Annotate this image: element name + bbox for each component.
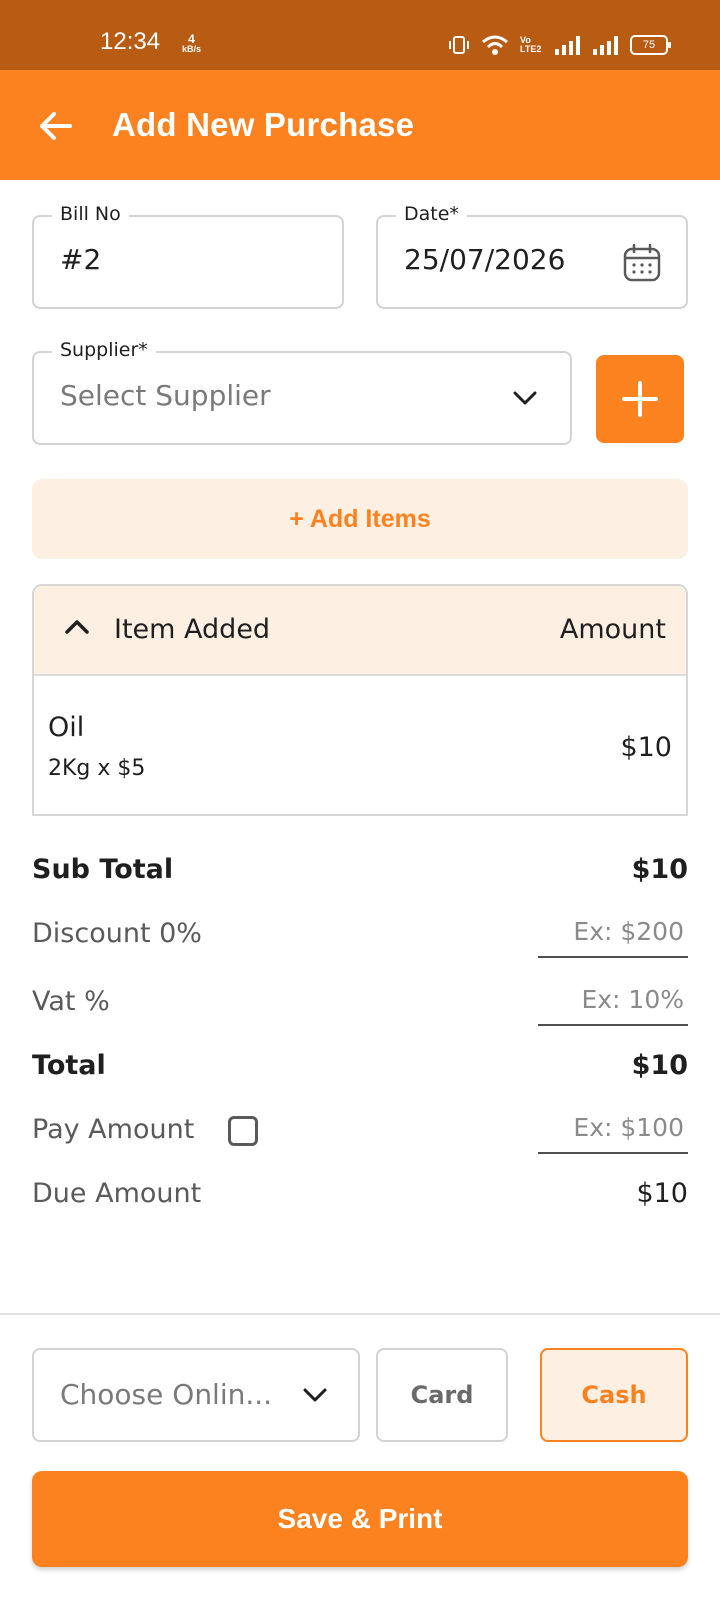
wifi-icon <box>482 35 508 55</box>
discount-label: Discount 0% <box>32 918 202 949</box>
items-header-item: Item Added <box>114 614 271 645</box>
signal-icon-1 <box>555 36 580 55</box>
add-supplier-button[interactable] <box>596 355 684 443</box>
items-table: Item Added Amount Oil 2Kg x $5 $10 <box>32 584 688 816</box>
due-amount-row: Due Amount $10 <box>32 1178 688 1218</box>
total-row: Total $10 <box>32 1050 688 1090</box>
items-table-header[interactable]: Item Added Amount <box>34 586 686 676</box>
item-amount: $10 <box>620 732 672 763</box>
date-label: Date* <box>396 203 467 225</box>
vibrate-icon <box>449 36 469 54</box>
table-row[interactable]: Oil 2Kg x $5 $10 <box>34 676 686 814</box>
signal-icon-2 <box>593 36 618 55</box>
bill-no-label: Bill No <box>52 203 129 225</box>
network-speed-unit: kB/s <box>182 44 202 54</box>
vat-label: Vat % <box>32 986 110 1017</box>
total-value: $10 <box>631 1050 688 1081</box>
subtotal-value: $10 <box>631 854 688 885</box>
supplier-select[interactable]: Supplier* Select Supplier <box>32 339 572 445</box>
network-speed: 4 kB/s <box>182 33 201 54</box>
battery-icon: 75 <box>630 35 671 55</box>
plus-icon <box>622 381 658 417</box>
save-print-button[interactable]: Save & Print <box>32 1471 688 1567</box>
online-payment-select[interactable]: Choose Onlin... <box>32 1348 360 1442</box>
add-items-button[interactable]: + Add Items <box>32 479 688 559</box>
discount-row: Discount 0% Ex: $200 <box>32 917 688 958</box>
pay-amount-input[interactable]: Ex: $100 <box>538 1108 688 1154</box>
back-button[interactable] <box>36 106 76 146</box>
date-value: 25/07/2026 <box>404 243 566 276</box>
item-detail: 2Kg x $5 <box>48 756 146 781</box>
date-field[interactable]: Date* 25/07/2026 <box>376 203 688 309</box>
calendar-icon[interactable] <box>622 243 662 283</box>
chevron-down-icon <box>303 1388 327 1402</box>
due-amount-value: $10 <box>636 1178 688 1209</box>
app-bar: Add New Purchase <box>0 70 720 180</box>
subtotal-row: Sub Total $10 <box>32 854 688 894</box>
item-name: Oil <box>48 712 85 743</box>
cash-button[interactable]: Cash <box>540 1348 688 1442</box>
online-payment-placeholder: Choose Onlin... <box>60 1378 273 1411</box>
status-bar: 12:34 4 kB/s Vo LTE2 75 <box>0 0 720 70</box>
pay-amount-label: Pay Amount <box>32 1114 195 1145</box>
bill-no-value: #2 <box>60 243 102 276</box>
pay-amount-row: Pay Amount Ex: $100 <box>32 1113 688 1154</box>
chevron-down-icon <box>513 391 537 405</box>
subtotal-label: Sub Total <box>32 854 174 885</box>
vat-row: Vat % Ex: 10% <box>32 985 688 1026</box>
chevron-up-icon[interactable] <box>64 616 90 638</box>
supplier-placeholder: Select Supplier <box>60 379 271 412</box>
items-header-amount: Amount <box>559 614 666 645</box>
divider <box>0 1313 720 1315</box>
page-title: Add New Purchase <box>112 106 415 143</box>
discount-input[interactable]: Ex: $200 <box>538 912 688 958</box>
due-amount-label: Due Amount <box>32 1178 202 1209</box>
status-time: 12:34 <box>100 28 161 55</box>
status-icons: Vo LTE2 75 <box>448 34 671 56</box>
card-button[interactable]: Card <box>376 1348 508 1442</box>
supplier-label: Supplier* <box>52 339 156 361</box>
arrow-left-icon <box>40 112 72 140</box>
volte-icon: Vo LTE2 <box>520 35 542 54</box>
pay-amount-checkbox[interactable] <box>228 1116 258 1146</box>
vat-input[interactable]: Ex: 10% <box>538 980 688 1026</box>
bill-no-field[interactable]: Bill No #2 <box>32 203 344 309</box>
total-label: Total <box>32 1050 106 1081</box>
